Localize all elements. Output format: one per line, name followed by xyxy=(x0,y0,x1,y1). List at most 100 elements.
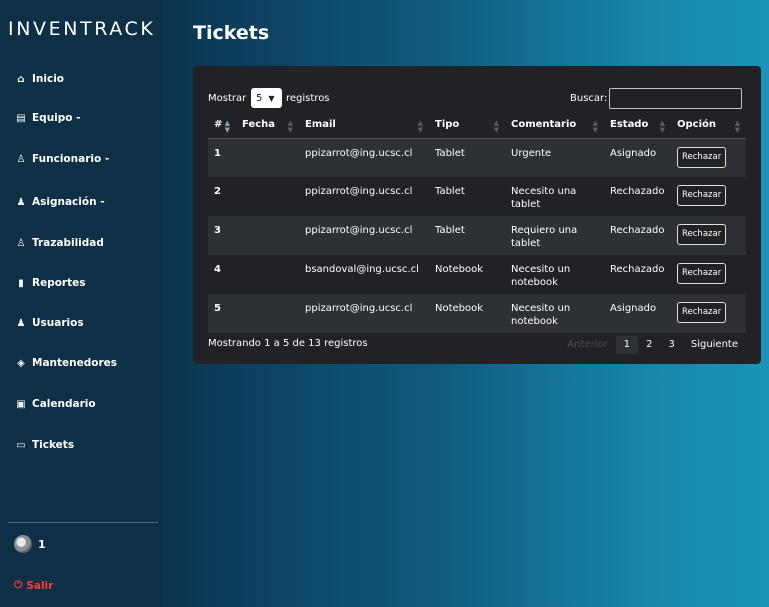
sidebar-item-label: Tickets xyxy=(32,439,75,451)
cell-estado: Asignado xyxy=(604,294,671,333)
reject-button[interactable]: Rechazar xyxy=(677,185,727,206)
records-label: registros xyxy=(286,93,330,104)
sort-icon: ▲ ▼ xyxy=(659,119,665,134)
cell-opcion: Rechazar xyxy=(671,216,746,255)
page-size-select[interactable]: 5 ▼ xyxy=(251,88,282,108)
table-row: 5 ppizarrot@ing.ucsc.cl Notebook Necesit… xyxy=(208,294,746,333)
cell-num: 4 xyxy=(208,255,236,294)
cell-opcion: Rechazar xyxy=(671,177,746,216)
cell-email: ppizarrot@ing.ucsc.cl xyxy=(299,177,429,216)
sidebar-divider xyxy=(8,522,158,523)
cell-fecha xyxy=(236,294,299,333)
sidebar-item-trazabilidad[interactable]: ♙ Trazabilidad xyxy=(14,232,104,254)
user-icon: ♟ xyxy=(16,317,26,329)
table-info: Mostrando 1 a 5 de 13 registros xyxy=(208,338,368,349)
cell-num: 3 xyxy=(208,216,236,255)
cell-fecha xyxy=(236,177,299,216)
column-header-opcion[interactable]: Opción ▲ ▼ xyxy=(671,111,746,139)
sidebar-item-asignacion[interactable]: ♟ Asignación - xyxy=(14,191,105,213)
sidebar-item-label: Usuarios xyxy=(32,317,84,329)
reject-button[interactable]: Rechazar xyxy=(677,224,727,245)
sidebar-item-usuarios[interactable]: ♟ Usuarios xyxy=(14,312,84,334)
page-button-3[interactable]: 3 xyxy=(660,336,682,354)
cell-comentario: Necesito un notebook xyxy=(505,294,604,333)
page-button-1[interactable]: 1 xyxy=(615,336,639,354)
sidebar-item-mantenedores[interactable]: ◈ Mantenedores xyxy=(14,352,117,374)
logout-label: Salir xyxy=(26,579,54,592)
cell-comentario: Requiero una tablet xyxy=(505,216,604,255)
sort-icon: ▲ ▼ xyxy=(734,119,740,134)
sort-icon: ▲ ▼ xyxy=(224,119,230,134)
cell-comentario: Necesito una tablet xyxy=(505,177,604,216)
report-icon: ▮ xyxy=(18,277,24,289)
sidebar-item-label: Reportes xyxy=(32,277,86,289)
sidebar-item-tickets[interactable]: ▭ Tickets xyxy=(14,434,74,456)
cell-estado: Asignado xyxy=(604,138,671,177)
column-header-num[interactable]: # ▲ ▼ xyxy=(208,111,236,139)
cell-tipo: Notebook xyxy=(429,294,505,333)
cell-tipo: Tablet xyxy=(429,138,505,177)
chevron-down-icon: ▼ xyxy=(268,93,275,103)
column-header-comentario[interactable]: Comentario ▲ ▼ xyxy=(505,111,604,139)
cell-comentario: Necesito un notebook xyxy=(505,255,604,294)
user-profile[interactable]: 1 xyxy=(14,535,46,553)
reject-button[interactable]: Rechazar xyxy=(677,263,727,284)
ticket-icon: ▭ xyxy=(16,439,26,451)
pagination: Anterior 1 2 3 Siguiente xyxy=(559,336,746,354)
sort-icon: ▲ ▼ xyxy=(592,119,598,134)
tickets-table: # ▲ ▼ Fecha ▲ ▼ Email ▲ ▼ Tipo ▲ ▼ Comentario ▲ ▼ … xyxy=(208,111,746,333)
sidebar-item-label: Equipo - xyxy=(32,112,81,124)
sidebar-item-calendario[interactable]: ▣ Calendario xyxy=(14,393,96,415)
cell-comentario: Urgente xyxy=(505,138,604,177)
search-input[interactable] xyxy=(609,88,742,109)
trace-icon: ♙ xyxy=(16,237,26,249)
main-content: Tickets Mostrar 5 ▼ registros Buscar: # ▲… xyxy=(163,0,769,607)
tickets-card: Mostrar 5 ▼ registros Buscar: # ▲ ▼ Fecha ▲… xyxy=(193,66,761,364)
reject-button[interactable]: Rechazar xyxy=(677,302,727,323)
sidebar-item-label: Mantenedores xyxy=(32,357,118,369)
cell-fecha xyxy=(236,138,299,177)
cell-estado: Rechazado xyxy=(604,177,671,216)
table-row: 3 ppizarrot@ing.ucsc.cl Tablet Requiero … xyxy=(208,216,746,255)
reject-button[interactable]: Rechazar xyxy=(677,146,727,168)
sidebar-item-inicio[interactable]: ⌂ Inicio xyxy=(14,68,64,90)
user-name: 1 xyxy=(38,537,46,551)
person-icon: ♙ xyxy=(16,153,26,165)
prev-page-button[interactable]: Anterior xyxy=(559,336,615,354)
column-header-estado[interactable]: Estado ▲ ▼ xyxy=(604,111,671,139)
sidebar-item-label: Calendario xyxy=(32,398,96,410)
cell-estado: Rechazado xyxy=(604,255,671,294)
column-header-tipo[interactable]: Tipo ▲ ▼ xyxy=(429,111,505,139)
page-button-2[interactable]: 2 xyxy=(638,336,660,354)
cell-tipo: Tablet xyxy=(429,216,505,255)
cell-num: 1 xyxy=(208,138,236,177)
cell-num: 5 xyxy=(208,294,236,333)
equipment-icon: ▤ xyxy=(16,112,26,124)
column-header-fecha[interactable]: Fecha ▲ ▼ xyxy=(236,111,299,139)
cell-opcion: Rechazar xyxy=(671,255,746,294)
page-size-value: 5 xyxy=(256,92,263,104)
sidebar-item-label: Trazabilidad xyxy=(32,237,104,249)
sidebar-item-equipo[interactable]: ▤ Equipo - xyxy=(14,107,81,129)
cell-email: ppizarrot@ing.ucsc.cl xyxy=(299,138,429,177)
show-label: Mostrar xyxy=(208,93,247,104)
sidebar-item-reportes[interactable]: ▮ Reportes xyxy=(14,272,86,294)
sidebar-item-label: Asignación - xyxy=(32,196,105,208)
brand-logo: INVENTRACK xyxy=(8,18,156,40)
sort-icon: ▲ ▼ xyxy=(493,119,499,134)
sidebar-item-label: Funcionario - xyxy=(32,153,110,165)
next-page-button[interactable]: Siguiente xyxy=(683,336,746,354)
cell-fecha xyxy=(236,255,299,294)
avatar xyxy=(14,535,32,553)
column-header-email[interactable]: Email ▲ ▼ xyxy=(299,111,429,139)
cell-fecha xyxy=(236,216,299,255)
cell-email: bsandoval@ing.ucsc.cl xyxy=(299,255,429,294)
page-title: Tickets xyxy=(193,22,270,44)
sidebar-item-funcionario[interactable]: ♙ Funcionario - xyxy=(14,148,110,170)
cell-opcion: Rechazar xyxy=(671,294,746,333)
cell-num: 2 xyxy=(208,177,236,216)
cell-tipo: Tablet xyxy=(429,177,505,216)
logout-button[interactable]: ⏻ Salir xyxy=(14,579,53,592)
power-icon: ⏻ xyxy=(14,579,23,591)
cell-opcion: Rechazar xyxy=(671,138,746,177)
